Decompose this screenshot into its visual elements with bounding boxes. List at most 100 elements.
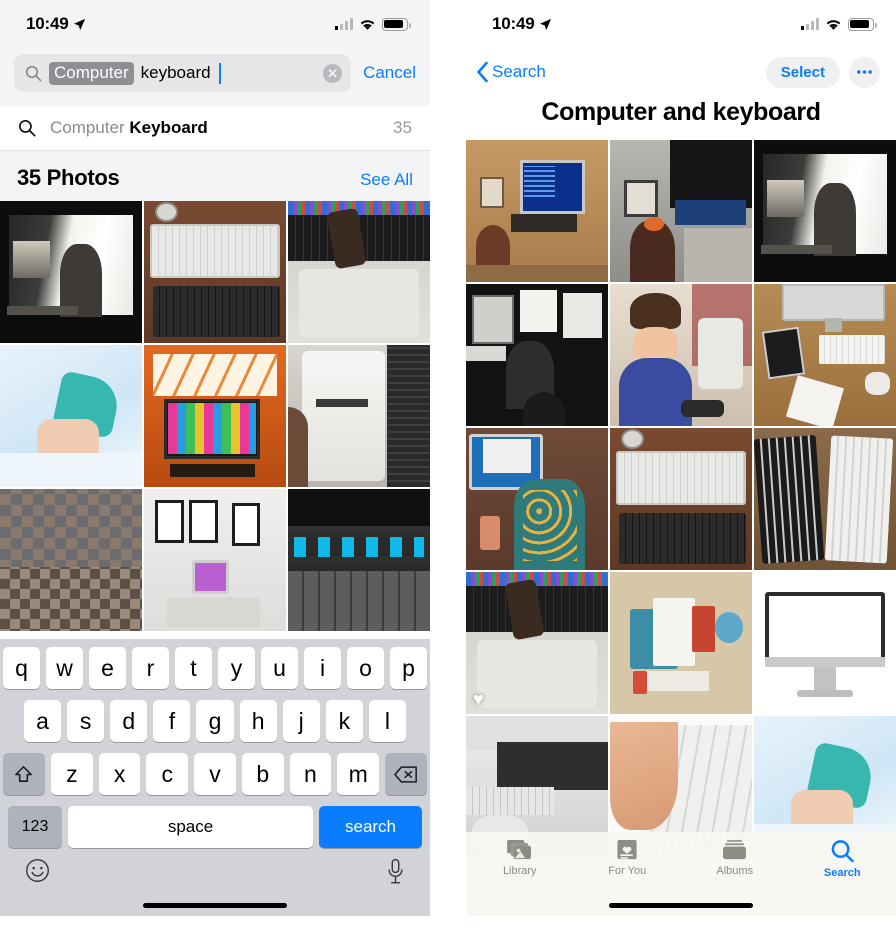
- back-button-label: Search: [492, 62, 546, 81]
- status-bar-right: 10:49: [466, 0, 896, 48]
- see-all-button[interactable]: See All: [360, 170, 413, 190]
- photo-thumbnail[interactable]: [610, 284, 752, 426]
- battery-icon: [848, 17, 877, 31]
- search-suggestion-row[interactable]: Computer Keyboard 35: [0, 106, 430, 151]
- search-icon: [831, 840, 854, 863]
- tab-search[interactable]: Search: [789, 839, 896, 879]
- photo-thumbnail[interactable]: [0, 489, 142, 631]
- photo-thumbnail[interactable]: [754, 572, 896, 714]
- photo-thumbnail[interactable]: [466, 428, 608, 570]
- search-token-chip[interactable]: Computer: [49, 61, 134, 85]
- key-q[interactable]: q: [3, 647, 40, 689]
- numbers-key[interactable]: 123: [8, 806, 62, 848]
- key-j[interactable]: j: [282, 700, 320, 742]
- key-s[interactable]: s: [67, 700, 105, 742]
- ellipsis-icon[interactable]: [849, 56, 880, 88]
- key-w[interactable]: w: [46, 647, 83, 689]
- clear-circle-icon[interactable]: ✕: [323, 63, 343, 83]
- wifi-icon: [826, 19, 841, 30]
- key-n[interactable]: n: [289, 753, 332, 795]
- photo-thumbnail[interactable]: [288, 489, 430, 631]
- key-g[interactable]: g: [196, 700, 234, 742]
- photo-thumbnail[interactable]: [0, 345, 142, 487]
- screenshot-stage: 10:49 Computer keyboard ✕ Cancel Compute…: [0, 0, 896, 928]
- key-o[interactable]: o: [347, 647, 384, 689]
- key-v[interactable]: v: [194, 753, 236, 795]
- keyboard-row-2: a s d f g h j k l: [3, 700, 427, 742]
- suggestion-prefix: Computer: [50, 118, 130, 137]
- search-input[interactable]: Computer keyboard ✕: [14, 54, 352, 92]
- photo-thumbnail[interactable]: [754, 428, 896, 570]
- photo-thumbnail[interactable]: [754, 284, 896, 426]
- photo-thumbnail[interactable]: [144, 345, 286, 487]
- photo-thumbnail[interactable]: [288, 345, 430, 487]
- photo-thumbnail[interactable]: [754, 140, 896, 282]
- photo-thumbnail[interactable]: [610, 140, 752, 282]
- photo-thumbnail[interactable]: [288, 201, 430, 343]
- key-l[interactable]: l: [368, 700, 406, 742]
- location-arrow-icon: [540, 18, 552, 30]
- tab-label: Search: [823, 867, 861, 879]
- navigation-bar: Search Select: [466, 48, 896, 92]
- tab-library[interactable]: Library: [466, 839, 574, 877]
- ellipsis-glyph: [857, 70, 872, 74]
- tab-label: Library: [502, 865, 537, 877]
- key-d[interactable]: d: [110, 700, 148, 742]
- key-a[interactable]: a: [24, 700, 62, 742]
- key-b[interactable]: b: [241, 753, 284, 795]
- photos-section-header: 35 Photos See All: [0, 151, 430, 201]
- key-i[interactable]: i: [304, 647, 341, 689]
- photo-thumbnail[interactable]: [610, 572, 752, 714]
- chevron-left-icon: [477, 61, 488, 83]
- key-x[interactable]: x: [98, 753, 141, 795]
- tab-for-you[interactable]: For You: [574, 839, 682, 877]
- key-y[interactable]: y: [218, 647, 255, 689]
- key-t[interactable]: t: [175, 647, 212, 689]
- wifi-icon: [360, 19, 375, 30]
- microphone-icon[interactable]: [386, 858, 405, 885]
- photo-thumbnail[interactable]: [0, 201, 142, 343]
- keyboard-row-4: 123 space search: [3, 806, 427, 848]
- backspace-key[interactable]: [385, 753, 428, 795]
- search-icon: [25, 65, 42, 81]
- page-title: Computer and keyboard: [541, 98, 821, 126]
- photo-thumbnail[interactable]: [144, 201, 286, 343]
- key-m[interactable]: m: [337, 753, 380, 795]
- tab-albums[interactable]: Albums: [681, 839, 789, 877]
- status-bar-indicators: [800, 17, 877, 31]
- search-return-key[interactable]: search: [319, 806, 422, 848]
- key-p[interactable]: p: [390, 647, 427, 689]
- photo-thumbnail[interactable]: ♥: [466, 572, 608, 714]
- suggestion-count: 35: [393, 118, 412, 137]
- key-u[interactable]: u: [261, 647, 298, 689]
- photo-thumbnail[interactable]: [610, 428, 752, 570]
- key-k[interactable]: k: [325, 700, 363, 742]
- home-indicator[interactable]: [143, 903, 287, 908]
- key-h[interactable]: h: [239, 700, 277, 742]
- key-z[interactable]: z: [50, 753, 93, 795]
- status-bar-time-group: 10:49: [26, 14, 86, 34]
- shift-key[interactable]: [2, 753, 45, 795]
- home-indicator[interactable]: [609, 903, 753, 908]
- key-c[interactable]: c: [146, 753, 189, 795]
- photo-thumbnail[interactable]: [466, 140, 608, 282]
- suggestion-label: Computer Keyboard: [50, 118, 379, 138]
- shift-arrow-icon: [15, 765, 33, 782]
- key-e[interactable]: e: [89, 647, 126, 689]
- status-bar-left: 10:49: [0, 0, 430, 48]
- emoji-smiley-icon[interactable]: [25, 858, 50, 883]
- search-icon: [18, 119, 36, 137]
- heart-icon: ♥: [473, 689, 484, 709]
- photos-library-icon: [507, 839, 532, 860]
- key-f[interactable]: f: [153, 700, 191, 742]
- photo-thumbnail[interactable]: [144, 489, 286, 631]
- cellular-bars-icon: [800, 18, 819, 30]
- space-key[interactable]: space: [68, 806, 313, 848]
- back-button[interactable]: Search: [476, 61, 546, 83]
- cancel-button[interactable]: Cancel: [363, 63, 416, 83]
- photo-grid-left: [0, 201, 430, 631]
- keyboard-row-3: z x c v b n m: [2, 753, 428, 795]
- key-r[interactable]: r: [132, 647, 169, 689]
- select-button[interactable]: Select: [765, 56, 840, 88]
- photo-thumbnail[interactable]: [466, 284, 608, 426]
